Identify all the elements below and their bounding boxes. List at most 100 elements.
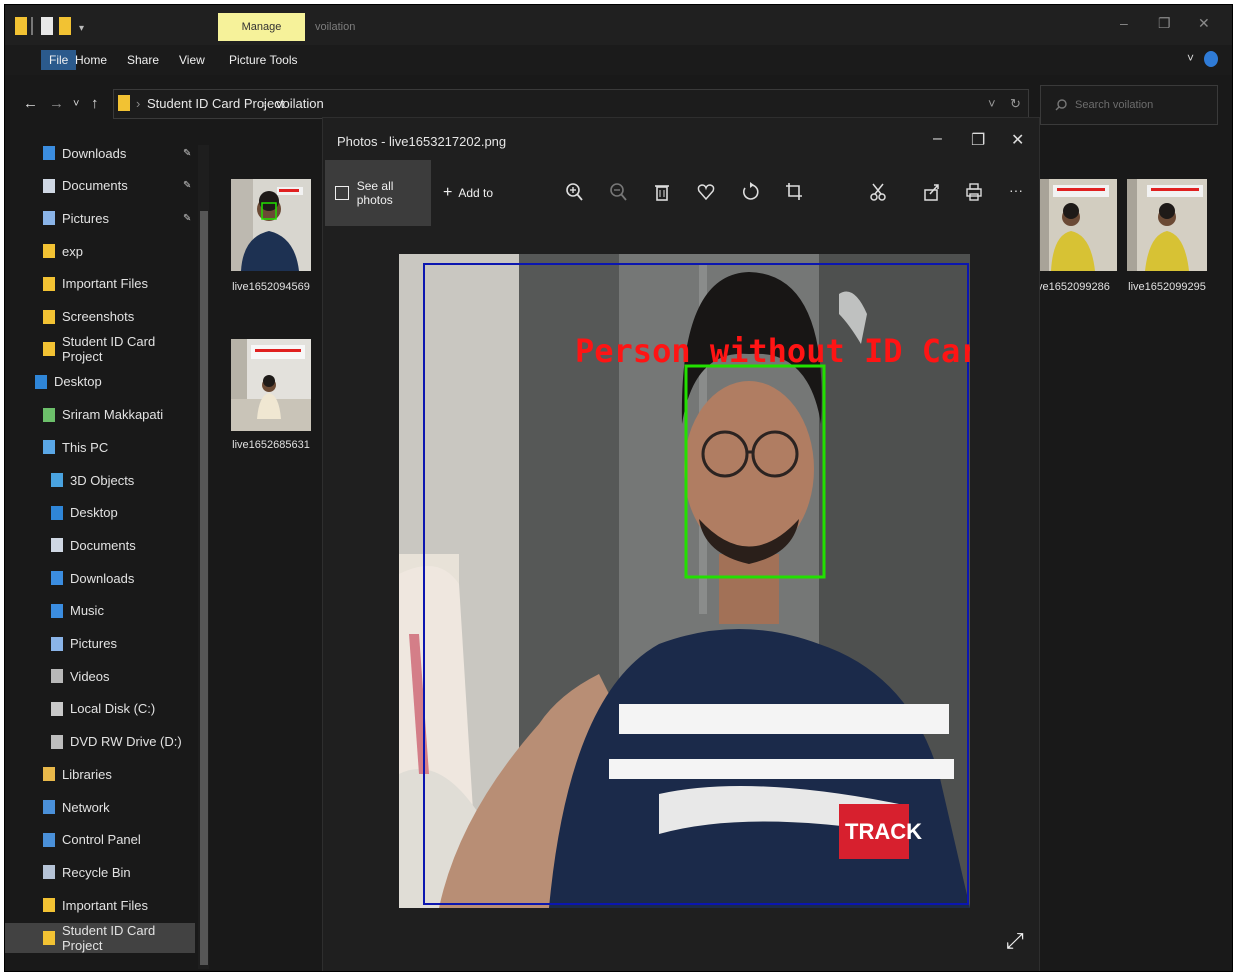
- sidebar-item[interactable]: Documents: [5, 530, 195, 560]
- folder-icon: [43, 309, 55, 324]
- more-options-button[interactable]: ···: [1009, 182, 1023, 198]
- sidebar-item[interactable]: Music: [5, 596, 195, 626]
- sidebar-item-label: Documents: [70, 537, 136, 553]
- close-button[interactable]: ✕: [1198, 15, 1210, 32]
- sidebar-item[interactable]: Control Panel: [5, 825, 195, 855]
- explorer-window: ▾ Manage voilation – ❐ ✕ File Home Share…: [4, 4, 1233, 972]
- sidebar-item[interactable]: Important Files: [5, 890, 195, 920]
- plus-icon: +: [443, 184, 453, 201]
- sidebar-item[interactable]: Documents ✎: [5, 171, 195, 201]
- share-icon[interactable]: [923, 182, 941, 202]
- properties-icon[interactable]: [41, 17, 53, 35]
- new-folder-icon[interactable]: [59, 17, 71, 35]
- print-icon[interactable]: [965, 182, 983, 202]
- ribbon-tabs: File Home Share View Picture Tools ˅: [5, 45, 1232, 75]
- recent-locations-icon[interactable]: ˅: [73, 98, 79, 110]
- photos-close-button[interactable]: ✕: [1011, 130, 1024, 150]
- forward-button[interactable]: →: [49, 95, 64, 112]
- breadcrumb-voilation[interactable]: voilation: [276, 96, 324, 111]
- sidebar-item[interactable]: Pictures: [5, 629, 195, 659]
- favorite-heart-icon[interactable]: [697, 182, 715, 202]
- pin-icon[interactable]: ✎: [183, 148, 191, 159]
- sidebar-item[interactable]: Downloads ✎: [5, 138, 195, 168]
- sidebar-item[interactable]: Student ID Card Project: [5, 334, 195, 364]
- zoom-out-icon[interactable]: [609, 182, 627, 202]
- sidebar-item-label: Pictures: [62, 210, 109, 226]
- file-thumbnail[interactable]: [231, 339, 311, 431]
- sidebar-item-label: Music: [70, 603, 104, 619]
- tab-view[interactable]: View: [179, 53, 205, 67]
- sidebar-item-label: Important Files: [62, 897, 148, 913]
- sidebar-item-label: Libraries: [62, 766, 112, 782]
- sidebar-item-label: Screenshots: [62, 309, 135, 324]
- sidebar-item-label: Desktop: [54, 374, 102, 390]
- back-button[interactable]: ←: [23, 95, 38, 112]
- delete-icon[interactable]: [653, 182, 671, 202]
- pictures-icon: [43, 211, 55, 226]
- maximize-button[interactable]: ❐: [1158, 15, 1171, 32]
- file-name[interactable]: live1652099295: [1119, 281, 1215, 293]
- music-icon: [51, 603, 63, 618]
- search-box[interactable]: Search voilation: [1040, 85, 1218, 125]
- file-name[interactable]: live1652094569: [223, 281, 319, 293]
- fullscreen-expand-icon[interactable]: ⤢: [1006, 928, 1024, 954]
- sidebar-item-label: Downloads: [70, 570, 135, 586]
- up-button[interactable]: ↑: [91, 95, 99, 112]
- sidebar-item[interactable]: Local Disk (C:): [5, 694, 195, 724]
- pin-icon[interactable]: ✎: [183, 213, 191, 224]
- sidebar-item[interactable]: Network: [5, 792, 195, 822]
- see-all-photos-button[interactable]: See all photos: [325, 160, 431, 226]
- manage-tab[interactable]: Manage: [218, 13, 305, 41]
- address-bar[interactable]: › Student ID Card Project › voilation ˅ …: [113, 89, 1029, 119]
- sidebar-item[interactable]: Important Files: [5, 269, 195, 299]
- tab-picture-tools[interactable]: Picture Tools: [229, 53, 297, 67]
- sidebar-item[interactable]: Downloads: [5, 563, 195, 593]
- photos-viewer-window: Photos - live1653217202.png – ❐ ✕ See al…: [322, 117, 1040, 971]
- sidebar-item[interactable]: exp: [5, 236, 195, 266]
- pin-icon[interactable]: ✎: [183, 180, 191, 191]
- refresh-icon[interactable]: ↻: [1010, 96, 1021, 112]
- sidebar-item[interactable]: Student ID Card Project: [5, 922, 195, 953]
- sidebar-item[interactable]: Sriram Makkapati: [5, 400, 195, 430]
- sidebar-item[interactable]: Videos: [5, 661, 195, 691]
- sidebar-item[interactable]: Pictures ✎: [5, 203, 195, 233]
- search-input[interactable]: Search voilation: [1075, 99, 1153, 111]
- sidebar-item-label: Student ID Card Project: [62, 922, 156, 953]
- sidebar-item[interactable]: Desktop: [5, 367, 195, 397]
- crop-icon[interactable]: [785, 182, 803, 202]
- sidebar-item[interactable]: Recycle Bin: [5, 857, 195, 887]
- add-to-button[interactable]: + Add to: [443, 184, 493, 202]
- tab-home[interactable]: Home: [75, 53, 107, 67]
- tab-file[interactable]: File: [41, 50, 77, 70]
- rotate-icon[interactable]: [741, 182, 759, 202]
- file-name[interactable]: live1652685631: [223, 439, 319, 451]
- file-thumbnail[interactable]: [1127, 179, 1207, 271]
- file-thumbnail[interactable]: [1037, 179, 1117, 271]
- photos-minimize-button[interactable]: –: [933, 130, 942, 148]
- sidebar-item-label: Local Disk (C:): [70, 701, 156, 717]
- quick-access-dropdown-icon[interactable]: ▾: [79, 23, 89, 34]
- sidebar-item[interactable]: 3D Objects: [5, 465, 195, 495]
- sidebar-item[interactable]: This PC: [5, 432, 195, 462]
- recycle-bin-icon: [43, 865, 55, 880]
- help-icon[interactable]: [1204, 51, 1218, 67]
- zoom-in-icon[interactable]: [565, 182, 583, 202]
- file-thumbnail[interactable]: [231, 179, 311, 271]
- sidebar-item-label: DVD RW Drive (D:): [70, 734, 182, 750]
- breadcrumb-separator: ›: [136, 96, 141, 111]
- edit-create-icon[interactable]: [869, 182, 887, 202]
- minimize-button[interactable]: –: [1120, 15, 1128, 31]
- sidebar-item[interactable]: Screenshots: [5, 302, 195, 332]
- sidebar-item[interactable]: Desktop: [5, 498, 195, 528]
- photos-maximize-button[interactable]: ❐: [971, 130, 985, 150]
- sidebar-item[interactable]: DVD RW Drive (D:): [5, 727, 195, 757]
- tab-share[interactable]: Share: [127, 53, 159, 67]
- sidebar-item[interactable]: Libraries: [5, 759, 195, 789]
- separator: [31, 17, 33, 35]
- sidebar-scrollbar-thumb[interactable]: [200, 211, 208, 965]
- expand-ribbon-icon[interactable]: ˅: [1187, 51, 1194, 65]
- gallery-icon: [335, 186, 349, 200]
- folder-icon: [43, 898, 55, 913]
- address-dropdown-icon[interactable]: ˅: [988, 96, 996, 111]
- search-icon: [1055, 99, 1067, 111]
